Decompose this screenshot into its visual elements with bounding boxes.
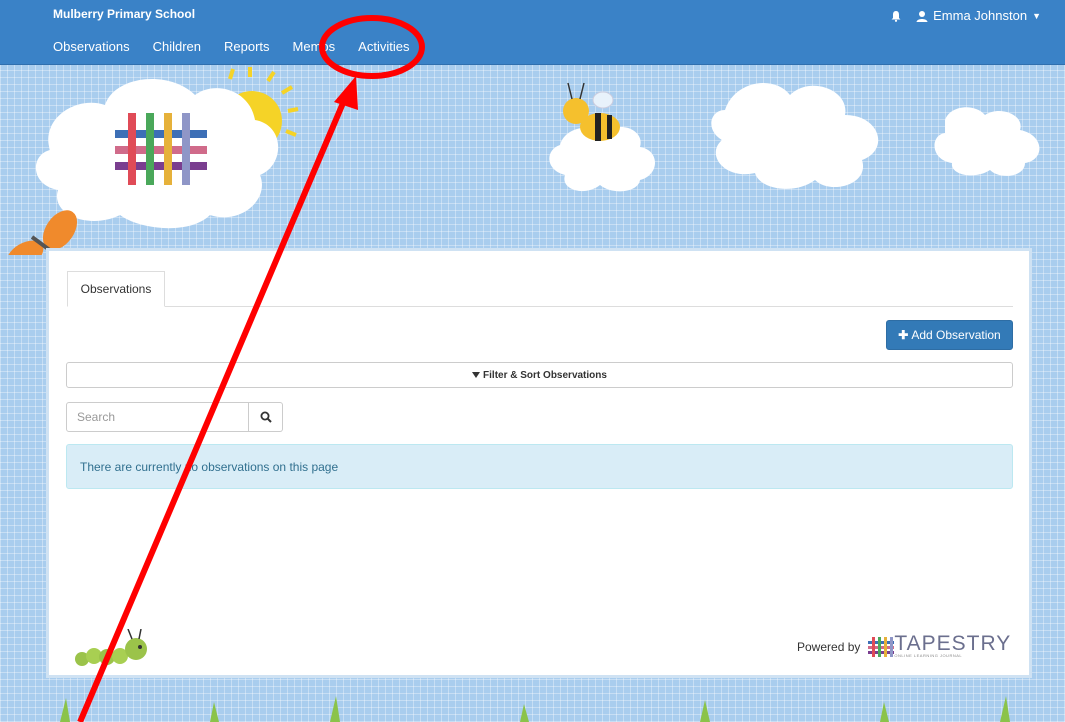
search-icon	[260, 411, 272, 423]
observations-panel: Observations ✚ Add Observation Filter & …	[46, 248, 1032, 678]
tapestry-logo-icon	[868, 636, 895, 657]
empty-state-alert: There are currently no observations on t…	[66, 444, 1013, 489]
nav-memos[interactable]: Memos	[293, 39, 336, 54]
tab-observations[interactable]: Observations	[67, 271, 165, 307]
add-observation-button[interactable]: ✚ Add Observation	[886, 320, 1013, 350]
chevron-down-icon[interactable]: ▼	[1032, 11, 1041, 21]
search-button[interactable]	[249, 402, 283, 432]
nav-children[interactable]: Children	[153, 39, 201, 54]
filter-sort-button[interactable]: Filter & Sort Observations	[66, 362, 1013, 388]
tapestry-logo-word: TAPESTRY	[894, 632, 1012, 655]
main-nav: Observations Children Reports Memos Acti…	[53, 39, 432, 54]
empty-state-message: There are currently no observations on t…	[80, 459, 339, 474]
cloud-right-1	[711, 83, 879, 189]
school-name[interactable]: Mulberry Primary School	[53, 7, 195, 21]
add-observation-label: Add Observation	[911, 328, 1001, 342]
top-navbar: Mulberry Primary School Observations Chi…	[0, 0, 1065, 65]
tab-divider	[67, 306, 1013, 307]
filter-label: Filter & Sort Observations	[483, 369, 607, 381]
bell-icon[interactable]	[890, 10, 902, 22]
tapestry-logo-text: TAPESTRY ONLINE LEARNING JOURNAL	[894, 632, 1012, 658]
plus-icon: ✚	[898, 328, 909, 342]
header-illustration	[6, 67, 1040, 255]
powered-by-label: Powered by	[797, 639, 861, 654]
cloud-right-2	[934, 107, 1040, 176]
search-input[interactable]	[66, 402, 249, 432]
user-name[interactable]: Emma Johnston	[933, 8, 1027, 23]
caterpillar-icon	[75, 629, 147, 666]
nav-activities[interactable]: Activities	[358, 39, 409, 54]
nav-observations[interactable]: Observations	[53, 39, 130, 54]
user-menu[interactable]: Emma Johnston ▼	[890, 8, 1041, 23]
user-icon	[916, 10, 928, 22]
search-group	[66, 402, 283, 432]
powered-by: Powered by TAPESTRY ONLINE LEARNING JOUR…	[797, 632, 1012, 658]
grass-decoration	[60, 696, 1010, 722]
filter-icon	[472, 372, 481, 378]
nav-reports[interactable]: Reports	[224, 39, 270, 54]
